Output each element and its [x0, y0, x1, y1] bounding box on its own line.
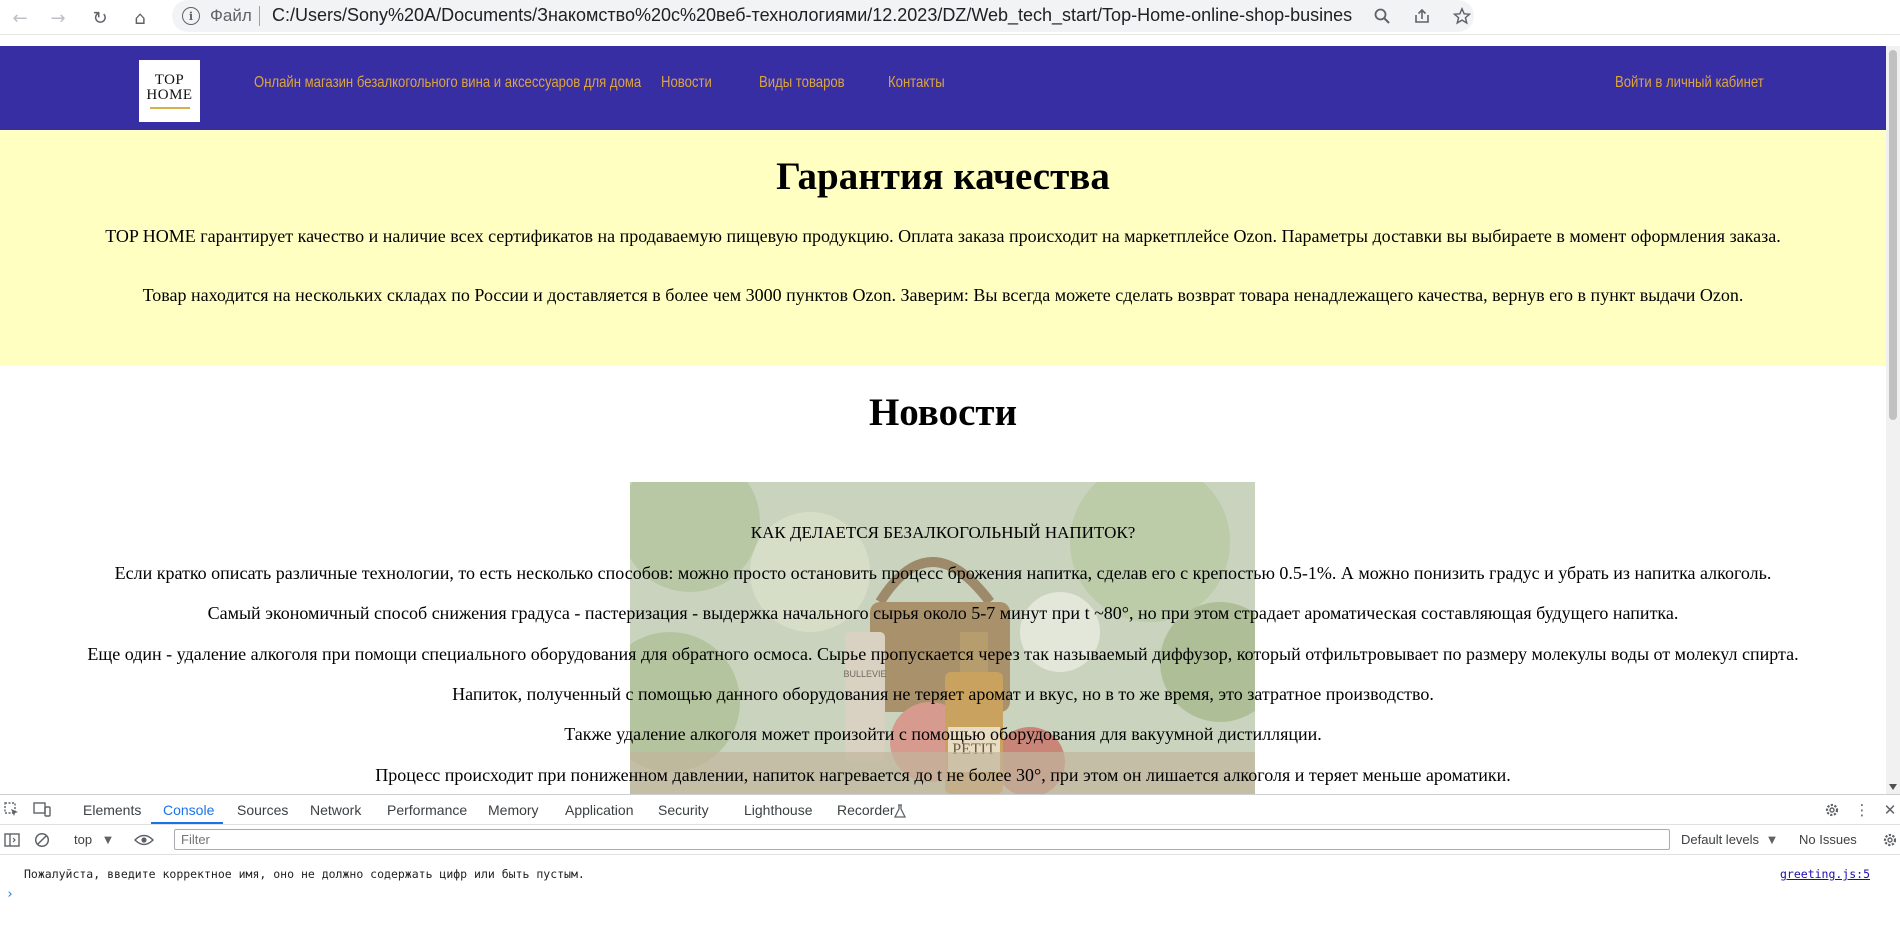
page-viewport: TOP HOME Онлайн магазин безалкогольного …	[0, 46, 1886, 794]
log-levels-dropdown[interactable]: Default levels	[1681, 832, 1759, 847]
tab-console[interactable]: Console	[163, 802, 214, 818]
login-link[interactable]: Войти в личный кабинет	[1615, 74, 1764, 92]
flask-icon	[890, 801, 910, 821]
news-line-4: Напиток, полученный с помощью данного об…	[452, 684, 1434, 704]
eye-icon[interactable]	[134, 830, 154, 850]
devtools-panel: Elements Console Sources Network Perform…	[0, 794, 1900, 940]
news-line-3: Еще один - удаление алкоголя при помощи …	[87, 644, 1799, 664]
url-text[interactable]: C:/Users/Sony%20A/Documents/Знакомство%2…	[272, 5, 1352, 26]
scroll-down-arrow-icon[interactable]	[1889, 784, 1897, 790]
chevron-down-icon[interactable]: ▼	[1762, 830, 1782, 850]
gear-icon[interactable]	[1822, 800, 1842, 820]
back-icon[interactable]: ←	[6, 4, 34, 32]
forward-icon[interactable]: →	[44, 4, 72, 32]
console-message-source-link[interactable]: greeting.js:5	[1780, 867, 1870, 881]
logo-underline	[149, 107, 190, 109]
browser-toolbar: ← → ↻ ⌂ i Файл C:/Users/Sony%20A/Documen…	[0, 0, 1900, 35]
tab-sources[interactable]: Sources	[237, 802, 288, 818]
news-title: Новости	[868, 391, 1018, 434]
console-settings-gear-icon[interactable]	[1880, 830, 1900, 850]
guarantee-paragraph-1: TOP HOME гарантирует качество и наличие …	[105, 226, 1781, 246]
site-header: TOP HOME Онлайн магазин безалкогольного …	[0, 46, 1886, 130]
nav-link-products[interactable]: Виды товаров	[759, 74, 845, 92]
devtools-tabbar: Elements Console Sources Network Perform…	[0, 795, 1900, 825]
context-selector[interactable]: top	[74, 832, 92, 847]
tab-application[interactable]: Application	[565, 802, 634, 818]
console-toolbar: top ▼ Default levels ▼ No Issues	[0, 825, 1900, 855]
news-line-1: Если кратко описать различные технологии…	[114, 563, 1772, 583]
zoom-icon[interactable]	[1370, 4, 1394, 28]
console-message: Пожалуйста, введите корректное имя, оно …	[24, 867, 585, 881]
chevron-down-icon[interactable]: ▼	[98, 830, 118, 850]
share-icon[interactable]	[1410, 4, 1434, 28]
origin-label: Файл	[210, 6, 252, 25]
address-bar[interactable]: i Файл C:/Users/Sony%20A/Documents/Знако…	[172, 0, 1474, 32]
device-toggle-icon[interactable]	[32, 800, 52, 820]
home-icon[interactable]: ⌂	[126, 4, 154, 32]
sidebar-toggle-icon[interactable]	[2, 830, 22, 850]
nav-link-news[interactable]: Новости	[661, 74, 712, 92]
guarantee-title: Гарантия качества	[776, 155, 1110, 198]
close-icon[interactable]: ✕	[1880, 800, 1900, 820]
page-scrollbar[interactable]	[1886, 46, 1900, 794]
star-icon[interactable]	[1450, 4, 1474, 28]
tab-network[interactable]: Network	[310, 802, 361, 818]
tab-elements[interactable]: Elements	[83, 802, 141, 818]
news-heading: КАК ДЕЛАЕТСЯ БЕЗАЛКОГОЛЬНЫЙ НАПИТОК?	[750, 523, 1136, 542]
inspect-icon[interactable]	[2, 800, 22, 820]
bottle-label-bullevie: BULLEVIE	[843, 669, 886, 679]
console-prompt[interactable]: ›	[6, 887, 14, 902]
logo-line-2: HOME	[146, 87, 193, 103]
site-info-icon[interactable]: i	[182, 7, 200, 25]
quality-guarantee-section: Гарантия качества TOP HOME гарантирует к…	[0, 130, 1886, 366]
clear-console-icon[interactable]	[32, 830, 52, 850]
tab-recorder[interactable]: Recorder	[837, 802, 895, 818]
scrollbar-thumb[interactable]	[1889, 50, 1897, 420]
tab-performance[interactable]: Performance	[387, 802, 467, 818]
guarantee-paragraph-2: Товар находится на нескольких складах по…	[142, 285, 1744, 305]
tab-lighthouse[interactable]: Lighthouse	[744, 802, 813, 818]
news-line-5: Также удаление алкоголя может произойти …	[564, 724, 1322, 744]
news-line-6: Процесс происходит при пониженном давлен…	[375, 765, 1511, 785]
news-line-2: Самый экономичный способ снижения градус…	[207, 603, 1679, 623]
omnibox-divider	[259, 6, 260, 26]
reload-icon[interactable]: ↻	[86, 4, 114, 32]
site-logo[interactable]: TOP HOME	[139, 60, 200, 122]
nav-link-shop[interactable]: Онлайн магазин безалкогольного вина и ак…	[254, 74, 641, 92]
issues-counter[interactable]: No Issues	[1799, 832, 1857, 847]
tab-security[interactable]: Security	[658, 802, 709, 818]
active-tab-indicator	[151, 822, 223, 824]
logo-line-1: TOP	[154, 72, 185, 88]
console-filter-input[interactable]	[174, 829, 1670, 850]
nav-link-contacts[interactable]: Контакты	[888, 74, 945, 92]
tab-memory[interactable]: Memory	[488, 802, 539, 818]
kebab-menu-icon[interactable]: ⋮	[1852, 800, 1872, 820]
